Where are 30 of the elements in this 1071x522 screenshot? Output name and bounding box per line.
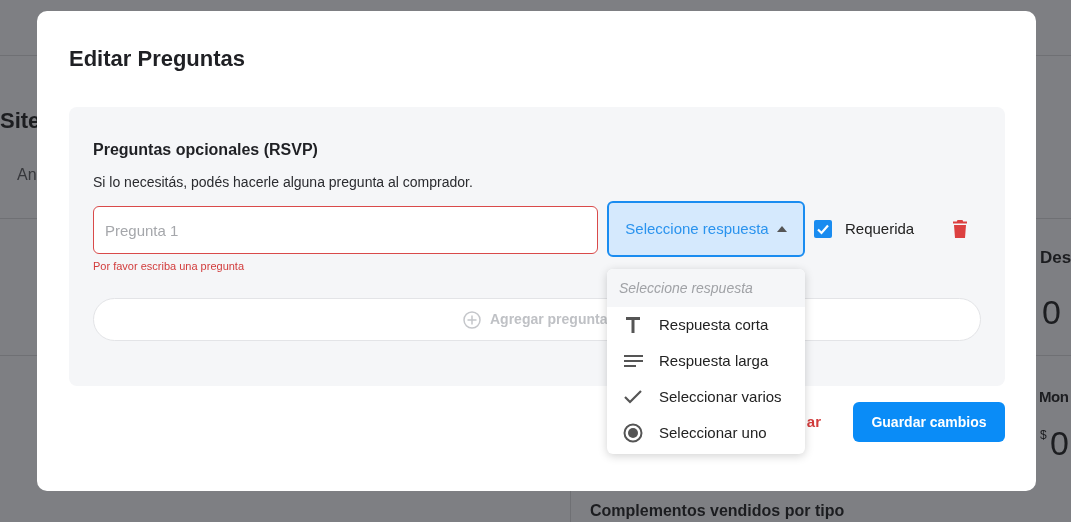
- plus-circle-icon: [463, 310, 481, 329]
- trash-icon[interactable]: [953, 220, 968, 238]
- menu-option[interactable]: Seleccionar uno: [607, 415, 805, 451]
- section-heading: Preguntas opcionales (RSVP): [93, 140, 319, 160]
- checkbox-label: Requerida: [845, 218, 915, 239]
- page-tab[interactable]: An: [17, 163, 37, 187]
- radio-icon: [623, 423, 643, 443]
- stat-label: Des: [1040, 247, 1071, 269]
- modal-title: Editar Preguntas: [69, 45, 247, 73]
- error-message: Por favor escriba una pregunta: [93, 259, 246, 273]
- check-icon: [624, 390, 642, 404]
- stat-value: 0: [1050, 423, 1069, 464]
- menu-option[interactable]: Respuesta corta: [607, 307, 805, 343]
- answer-type-select[interactable]: Seleccione respuesta: [607, 201, 805, 257]
- caret-icon: [776, 226, 787, 232]
- section-title: Complementos vendidos por tipo: [590, 501, 845, 521]
- menu-option[interactable]: Respuesta larga: [607, 343, 805, 379]
- currency-sign: $: [1040, 427, 1047, 444]
- stat-label: Mon: [1039, 387, 1069, 407]
- save-button[interactable]: Guardar cambios: [853, 402, 1005, 442]
- section-description: Si lo necesitás, podés hacerle alguna pregunta al comprador.: [93, 173, 474, 191]
- question-input[interactable]: Pregunta 1: [93, 206, 598, 254]
- text-icon: [626, 317, 640, 333]
- required-checkbox[interactable]: [814, 220, 832, 238]
- stat-value: 0: [1042, 292, 1061, 333]
- menu-option[interactable]: Seleccionar varios: [607, 379, 805, 415]
- page-title: Site: [0, 107, 41, 135]
- cancel-button[interactable]: ar: [806, 410, 821, 434]
- menu-header: Seleccione respuesta: [607, 269, 805, 307]
- lines-icon: [623, 355, 643, 367]
